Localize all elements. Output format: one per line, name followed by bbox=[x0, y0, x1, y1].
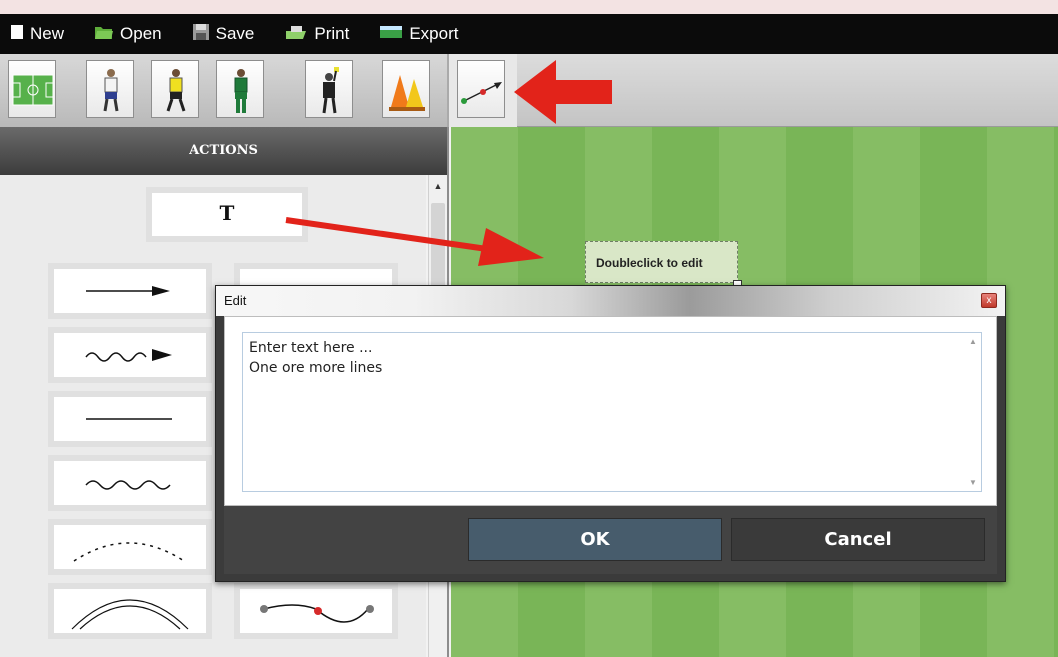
dialog-titlebar[interactable]: Edit x bbox=[216, 286, 1005, 316]
menubar: New Open Save Print Export bbox=[0, 14, 1058, 54]
soccer-field-icon bbox=[12, 74, 54, 106]
player-white-tool-button[interactable] bbox=[86, 60, 134, 118]
folder-open-icon bbox=[94, 24, 114, 45]
player-white-icon bbox=[103, 69, 119, 112]
wavy-line-tile[interactable] bbox=[48, 455, 212, 511]
menu-export[interactable]: Export bbox=[369, 14, 458, 54]
window-top-strip bbox=[0, 0, 1058, 14]
wavy-arrow-tile[interactable] bbox=[48, 327, 212, 383]
straight-arrow-tile[interactable] bbox=[48, 263, 212, 319]
menu-save[interactable]: Save bbox=[182, 14, 255, 54]
menu-save-label: Save bbox=[215, 24, 255, 43]
straight-arrow-icon bbox=[86, 286, 170, 296]
ok-button[interactable]: OK bbox=[468, 518, 722, 561]
dashed-curve-icon bbox=[73, 542, 185, 562]
tool-palette bbox=[0, 54, 1058, 127]
player-yellow-tool-button[interactable] bbox=[151, 60, 199, 118]
arrow-tool-button[interactable] bbox=[457, 60, 505, 118]
straight-line-tile[interactable] bbox=[48, 391, 212, 447]
dialog-title: Edit bbox=[224, 293, 247, 308]
edit-dialog: Edit x ▲ ▼ OK Cancel bbox=[215, 285, 1006, 582]
textarea-scroll-up-icon[interactable]: ▲ bbox=[968, 337, 978, 346]
curve-with-points-icon bbox=[260, 604, 374, 623]
floppy-disk-icon bbox=[192, 23, 210, 46]
field-tool-button[interactable] bbox=[8, 60, 56, 118]
menu-new-label: New bbox=[30, 24, 65, 43]
export-image-icon bbox=[379, 24, 403, 44]
arrow-line-icon bbox=[461, 82, 502, 104]
curve-with-points-tile[interactable] bbox=[234, 583, 398, 639]
dashed-curve-tile[interactable] bbox=[48, 519, 212, 575]
player-green-tool-button[interactable] bbox=[216, 60, 264, 118]
referee-icon bbox=[322, 67, 339, 114]
cancel-button[interactable]: Cancel bbox=[731, 518, 985, 561]
wavy-line-icon bbox=[85, 480, 171, 490]
scroll-up-icon[interactable]: ▲ bbox=[431, 179, 445, 193]
wavy-arrow-icon bbox=[85, 349, 172, 362]
annotation-arrow-toolbar bbox=[514, 60, 612, 124]
menu-open-label: Open bbox=[120, 24, 162, 43]
text-tool-label: T bbox=[219, 201, 235, 225]
player-green-icon bbox=[234, 69, 248, 113]
text-edit-area[interactable] bbox=[242, 332, 982, 492]
textarea-scrollbar[interactable]: ▲ ▼ bbox=[965, 333, 981, 491]
player-yellow-icon bbox=[166, 69, 186, 112]
double-arc-tile[interactable] bbox=[48, 583, 212, 639]
dialog-body: ▲ ▼ bbox=[224, 316, 997, 506]
cones-tool-button[interactable] bbox=[382, 60, 430, 118]
arrow-tool-slot bbox=[447, 54, 517, 127]
field-text-box[interactable]: Doubleclick to edit bbox=[585, 241, 738, 283]
dialog-footer: OK Cancel bbox=[224, 506, 997, 574]
straight-line-icon bbox=[86, 418, 172, 420]
actions-header: ACTIONS bbox=[0, 127, 447, 175]
double-arc-icon bbox=[71, 599, 189, 630]
menu-new[interactable]: New bbox=[0, 14, 64, 54]
referee-tool-button[interactable] bbox=[305, 60, 353, 118]
annotation-arrow-canvas bbox=[285, 217, 544, 266]
textarea-scroll-down-icon[interactable]: ▼ bbox=[968, 478, 978, 487]
printer-icon bbox=[284, 24, 308, 45]
tool-palette-left bbox=[0, 54, 517, 127]
menu-open[interactable]: Open bbox=[84, 14, 162, 54]
cones-icon bbox=[389, 75, 425, 111]
menu-print[interactable]: Print bbox=[274, 14, 349, 54]
close-icon[interactable]: x bbox=[981, 293, 997, 308]
new-document-icon bbox=[10, 24, 24, 45]
menu-export-label: Export bbox=[409, 24, 459, 43]
menu-print-label: Print bbox=[314, 24, 350, 43]
